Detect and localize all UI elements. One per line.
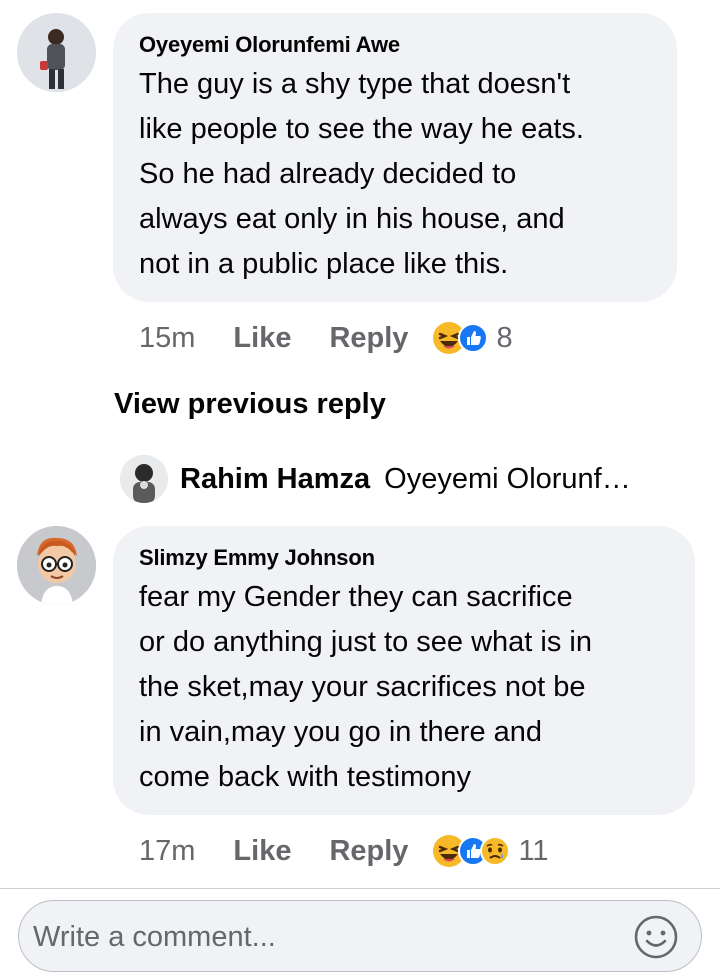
comment-line: or do anything just to see what is in [139,626,592,658]
avatar [120,455,168,503]
view-previous-reply-link[interactable]: View previous reply [114,388,386,421]
comment-actions: 15m Like Reply 8 [139,318,513,358]
avatar[interactable] [17,526,96,605]
comment-line: So he had already decided to [139,158,517,190]
smiley-icon[interactable] [633,914,679,965]
comment-line: the sket,may your sacrifices not be [139,671,586,703]
comment-line: not in a public place like this. [139,248,509,280]
comment-input[interactable] [33,915,623,959]
comment-timestamp: 15m [139,321,196,354]
comment-line: come back with testimony [139,761,472,793]
reply-text-preview: Oyeyemi Olorunfemi Awe [384,462,647,495]
comment-line: The guy is a shy type that doesn't [139,68,571,100]
comment-author[interactable]: Slimzy Emmy Johnson [139,545,375,571]
like-reaction-icon [458,323,489,353]
reactions-summary[interactable]: 11 [432,834,549,868]
comment-timestamp: 17m [139,834,196,867]
person-avatar-image [17,13,96,92]
comment-line: like people to see the way he eats. [139,113,584,145]
comment-line: always eat only in his house, and [139,203,565,235]
comment-author[interactable]: Oyeyemi Olorunfemi Awe [139,32,400,58]
comment-line: in vain,may you go in there and [139,716,543,748]
sad-reaction-icon [480,836,511,866]
reactions-summary[interactable]: 8 [432,321,513,355]
reply-button[interactable]: Reply [329,322,408,355]
person-avatar-image [120,455,168,503]
like-button[interactable]: Like [233,835,291,868]
reaction-count: 8 [496,321,513,354]
cartoon-avatar-image [17,526,96,605]
like-button[interactable]: Like [233,322,291,355]
comment-actions: 17m Like Reply 11 [139,831,549,871]
reply-author[interactable]: Rahim Hamza [180,463,370,496]
avatar[interactable] [17,13,96,92]
reaction-count: 11 [518,834,549,867]
reply-preview[interactable]: Rahim Hamza Oyeyemi Olorunfemi Awe [120,455,680,503]
composer-divider [0,888,720,889]
reply-button[interactable]: Reply [329,835,408,868]
comment-composer[interactable] [18,900,702,972]
comment-line: fear my Gender they can sacrifice [139,581,573,613]
